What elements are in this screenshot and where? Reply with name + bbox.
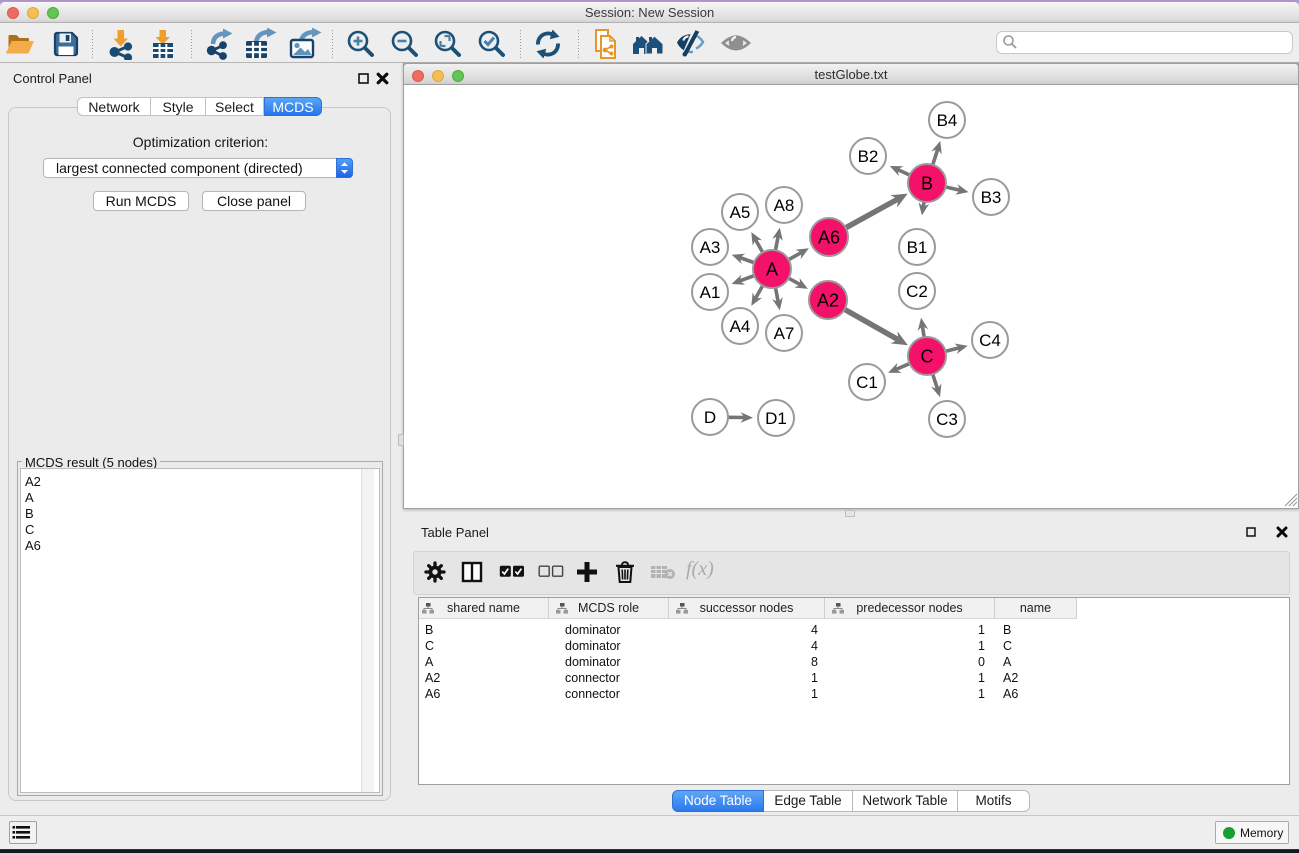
- svg-text:B3: B3: [981, 188, 1002, 207]
- svg-text:A8: A8: [774, 196, 795, 215]
- svg-text:A3: A3: [700, 238, 721, 257]
- svg-text:B1: B1: [907, 238, 928, 257]
- svg-text:C: C: [921, 346, 934, 366]
- svg-text:D1: D1: [765, 409, 787, 428]
- svg-text:C1: C1: [856, 373, 878, 392]
- svg-text:B2: B2: [858, 147, 879, 166]
- svg-text:C4: C4: [979, 331, 1001, 350]
- svg-text:B4: B4: [937, 111, 958, 130]
- svg-text:A1: A1: [700, 283, 721, 302]
- svg-text:A4: A4: [730, 317, 751, 336]
- svg-text:A5: A5: [730, 203, 751, 222]
- svg-text:C3: C3: [936, 410, 958, 429]
- svg-text:B: B: [921, 173, 933, 193]
- svg-text:C2: C2: [906, 282, 928, 301]
- svg-text:A7: A7: [774, 324, 795, 343]
- svg-text:A6: A6: [818, 227, 840, 247]
- svg-text:A: A: [766, 259, 778, 279]
- svg-text:A2: A2: [817, 290, 839, 310]
- svg-text:D: D: [704, 408, 716, 427]
